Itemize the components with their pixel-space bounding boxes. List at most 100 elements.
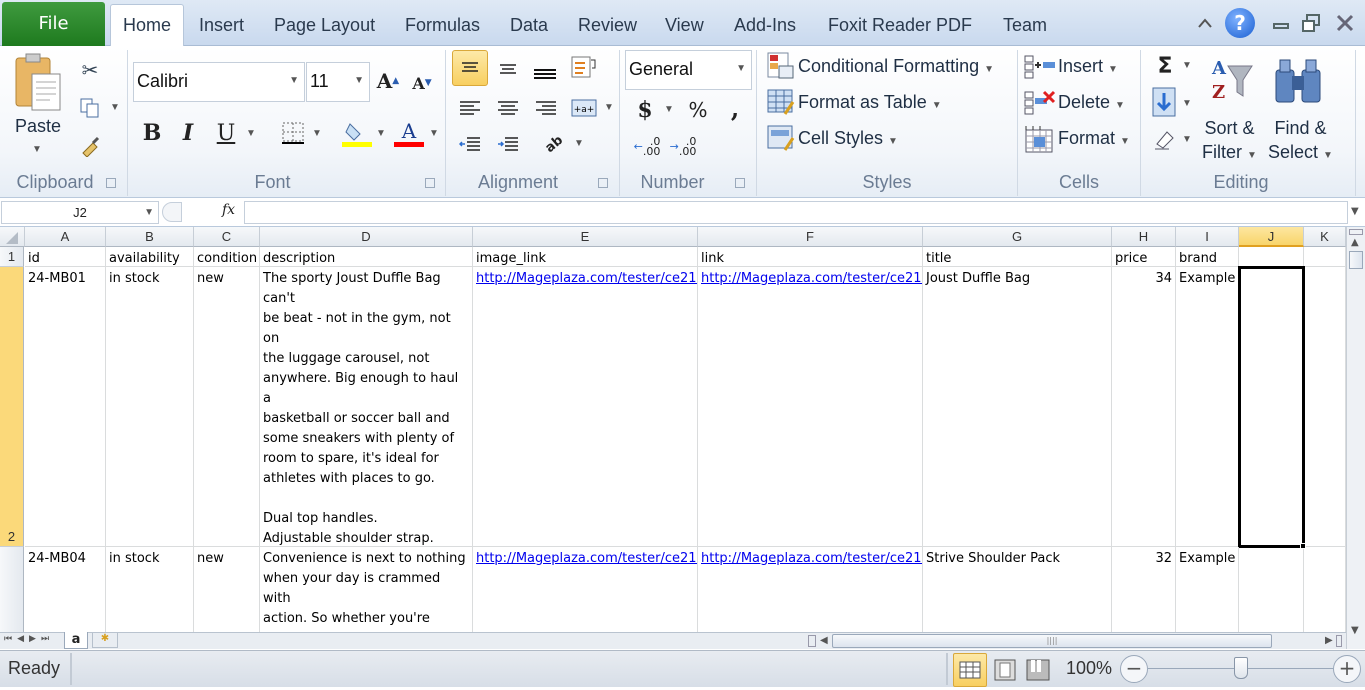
- cell-b3[interactable]: in stock: [106, 547, 194, 632]
- cell-i3[interactable]: Example: [1176, 547, 1239, 632]
- tab-team[interactable]: Team: [995, 8, 1055, 46]
- cell-styles-icon[interactable]: [766, 124, 796, 152]
- cell-d1[interactable]: description: [260, 247, 473, 267]
- cell-f1[interactable]: link: [698, 247, 923, 267]
- cell-d3[interactable]: Convenience is next to nothing when your…: [260, 547, 473, 632]
- cell-styles-button[interactable]: Cell Styles ▼: [798, 128, 898, 149]
- find-select-button[interactable]: Find & Select ▼: [1268, 116, 1333, 168]
- cell-b2[interactable]: in stock: [106, 267, 194, 547]
- align-middle-button[interactable]: [494, 54, 522, 82]
- select-all-button[interactable]: [0, 227, 25, 247]
- copy-icon[interactable]: [78, 96, 102, 120]
- merge-center-button[interactable]: +a+: [570, 96, 598, 120]
- align-center-button[interactable]: [494, 96, 522, 120]
- wrap-text-button[interactable]: [568, 52, 598, 82]
- font-dialog-launcher[interactable]: [425, 178, 435, 188]
- name-box[interactable]: J2 ▼: [1, 201, 159, 224]
- insert-function-button[interactable]: fx: [222, 202, 235, 218]
- cell-c1[interactable]: condition: [194, 247, 260, 267]
- conditional-formatting-icon[interactable]: [766, 52, 796, 80]
- scroll-up-icon[interactable]: ▲: [1351, 237, 1359, 248]
- column-header-h[interactable]: H: [1112, 227, 1176, 247]
- tab-file[interactable]: File: [2, 2, 105, 46]
- cell-a2[interactable]: 24-MB01: [25, 267, 106, 547]
- tab-view[interactable]: View: [657, 8, 712, 46]
- column-header-i[interactable]: I: [1176, 227, 1239, 247]
- paste-button[interactable]: Paste: [15, 116, 61, 137]
- tab-split-handle[interactable]: [808, 635, 816, 647]
- cut-icon[interactable]: ✂: [78, 58, 102, 82]
- column-header-g[interactable]: G: [923, 227, 1112, 247]
- cell-h2[interactable]: 34: [1112, 267, 1176, 547]
- tab-data[interactable]: Data: [502, 8, 556, 46]
- cell-a3[interactable]: 24-MB04: [25, 547, 106, 632]
- format-as-table-button[interactable]: Format as Table ▼: [798, 92, 942, 113]
- column-header-e[interactable]: E: [473, 227, 698, 247]
- cell-e3[interactable]: http://Mageplaza.com/tester/ce215: [473, 547, 698, 632]
- number-dialog-launcher[interactable]: [735, 178, 745, 188]
- font-color-dropdown[interactable]: ▼: [429, 128, 439, 139]
- delete-button[interactable]: Delete ▼: [1058, 92, 1125, 113]
- column-header-f[interactable]: F: [698, 227, 923, 247]
- fill-dropdown[interactable]: ▼: [1182, 98, 1192, 109]
- fill-icon[interactable]: [1150, 86, 1178, 118]
- cell-g2[interactable]: Joust Duffle Bag: [923, 267, 1112, 547]
- borders-icon[interactable]: [280, 120, 306, 146]
- sort-filter-button[interactable]: Sort & Filter ▼: [1202, 116, 1257, 168]
- row-header-3[interactable]: [0, 547, 24, 632]
- increase-indent-button[interactable]: [494, 132, 522, 156]
- font-size-select[interactable]: 11 ▼: [306, 62, 370, 102]
- underline-dropdown[interactable]: ▼: [246, 128, 256, 139]
- hscroll-split-handle[interactable]: [1336, 635, 1342, 647]
- autosum-button[interactable]: Σ: [1152, 52, 1178, 80]
- underline-button[interactable]: U: [214, 118, 238, 148]
- increase-decimal-button[interactable]: ← .0.00: [632, 134, 662, 160]
- scroll-right-icon[interactable]: ▶: [1325, 635, 1333, 646]
- orientation-dropdown[interactable]: ▼: [574, 138, 584, 149]
- insert-button[interactable]: Insert ▼: [1058, 56, 1118, 77]
- cell-d2[interactable]: The sporty Joust Duffle Bag can't be bea…: [260, 267, 473, 547]
- font-name-select[interactable]: Calibri ▼: [133, 62, 305, 102]
- cell-i1[interactable]: brand: [1176, 247, 1239, 267]
- cell-a1[interactable]: id: [25, 247, 106, 267]
- cell-f2[interactable]: http://Mageplaza.com/tester/ce215: [698, 267, 923, 547]
- align-left-button[interactable]: [456, 96, 484, 120]
- italic-button[interactable]: I: [176, 118, 200, 148]
- column-header-a[interactable]: A: [25, 227, 106, 247]
- align-right-button[interactable]: [532, 96, 560, 120]
- cell-k1[interactable]: [1304, 247, 1346, 267]
- align-top-button[interactable]: [452, 50, 488, 86]
- zoom-out-button[interactable]: −: [1120, 655, 1148, 683]
- cell-e1[interactable]: image_link: [473, 247, 698, 267]
- decrease-decimal-button[interactable]: → .0.00: [668, 134, 698, 160]
- page-break-view-button[interactable]: [1022, 655, 1052, 685]
- cell-j3[interactable]: [1239, 547, 1304, 632]
- close-icon[interactable]: [1333, 12, 1357, 34]
- cell-j1[interactable]: [1239, 247, 1304, 267]
- page-layout-view-button[interactable]: [990, 655, 1020, 685]
- format-as-table-icon[interactable]: [766, 88, 796, 116]
- expand-formula-bar-icon[interactable]: ▼: [1351, 206, 1359, 217]
- conditional-formatting-button[interactable]: Conditional Formatting ▼: [798, 56, 994, 77]
- currency-dropdown[interactable]: ▼: [664, 104, 674, 115]
- column-header-j[interactable]: J: [1239, 227, 1304, 247]
- cell-g1[interactable]: title: [923, 247, 1112, 267]
- vertical-scrollbar[interactable]: ▲ ▼: [1346, 227, 1365, 649]
- vertical-scroll-thumb[interactable]: [1349, 251, 1363, 269]
- autosum-dropdown[interactable]: ▼: [1182, 60, 1192, 71]
- tab-formulas[interactable]: Formulas: [397, 8, 488, 46]
- formula-bar-resize-handle[interactable]: [162, 202, 182, 222]
- delete-cells-icon[interactable]: [1024, 90, 1056, 116]
- cell-b1[interactable]: availability: [106, 247, 194, 267]
- merge-center-dropdown[interactable]: ▼: [604, 102, 614, 113]
- fill-handle[interactable]: [1300, 543, 1306, 549]
- alignment-dialog-launcher[interactable]: [598, 178, 608, 188]
- cell-c2[interactable]: new: [194, 267, 260, 547]
- fill-color-icon[interactable]: [342, 118, 372, 148]
- selected-cell-j2[interactable]: [1238, 266, 1305, 548]
- paste-icon[interactable]: [12, 52, 66, 116]
- borders-dropdown[interactable]: ▼: [312, 128, 322, 139]
- bold-button[interactable]: B: [140, 118, 164, 148]
- find-select-icon[interactable]: [1272, 56, 1324, 106]
- copy-dropdown[interactable]: ▼: [110, 102, 120, 113]
